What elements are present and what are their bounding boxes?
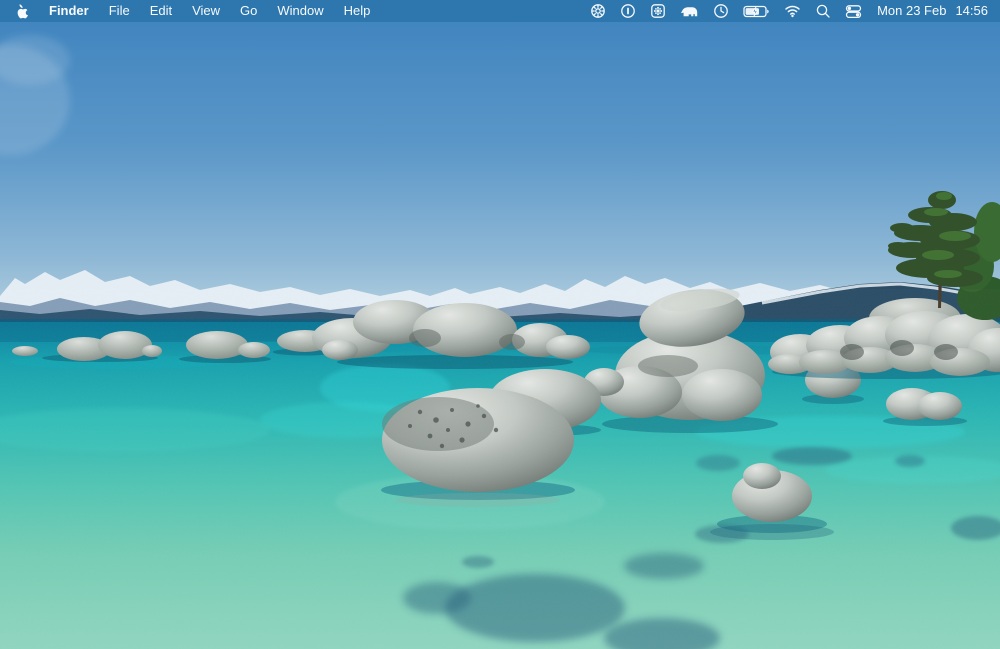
menu-file[interactable]: File [99,0,140,22]
menu-view[interactable]: View [182,0,230,22]
control-center-glyph [845,4,862,19]
aperture-square-glyph [650,3,666,19]
menubar-date: Mon 23 Feb [877,0,946,22]
menu-window[interactable]: Window [267,0,333,22]
aperture-square-icon[interactable] [643,0,673,22]
circular-knob-icon[interactable] [583,0,613,22]
clock-glyph [713,3,729,19]
apple-menu[interactable] [0,0,39,22]
circular-knob-glyph [590,3,606,19]
menubar-status-area: Mon 23 Feb 14:56 [583,0,1000,22]
wifi-glyph [784,4,801,18]
apple-logo-icon [14,3,29,20]
pause-circle-glyph [620,3,636,19]
wifi-icon[interactable] [777,0,808,22]
menubar-clock[interactable]: Mon 23 Feb 14:56 [877,0,988,22]
desktop-wallpaper [0,0,1000,649]
spotlight-search-icon[interactable] [808,0,838,22]
menu-finder[interactable]: Finder [39,0,99,22]
control-center-icon[interactable] [838,0,869,22]
battery-charging-icon[interactable] [736,0,777,22]
time-machine-clock-icon[interactable] [706,0,736,22]
battery-glyph [743,5,770,18]
desktop[interactable]: Finder File Edit View Go Window Help [0,0,1000,649]
menubar: Finder File Edit View Go Window Help [0,0,1000,22]
menubar-menus: Finder File Edit View Go Window Help [0,0,380,22]
menu-help[interactable]: Help [334,0,381,22]
menu-edit[interactable]: Edit [140,0,182,22]
menu-go[interactable]: Go [230,0,267,22]
elephant-glyph [680,3,699,19]
elephant-icon[interactable] [673,0,706,22]
magnifier-glyph [815,3,831,19]
wallpaper-art [0,0,1000,649]
pause-circle-icon[interactable] [613,0,643,22]
menubar-time: 14:56 [955,0,988,22]
